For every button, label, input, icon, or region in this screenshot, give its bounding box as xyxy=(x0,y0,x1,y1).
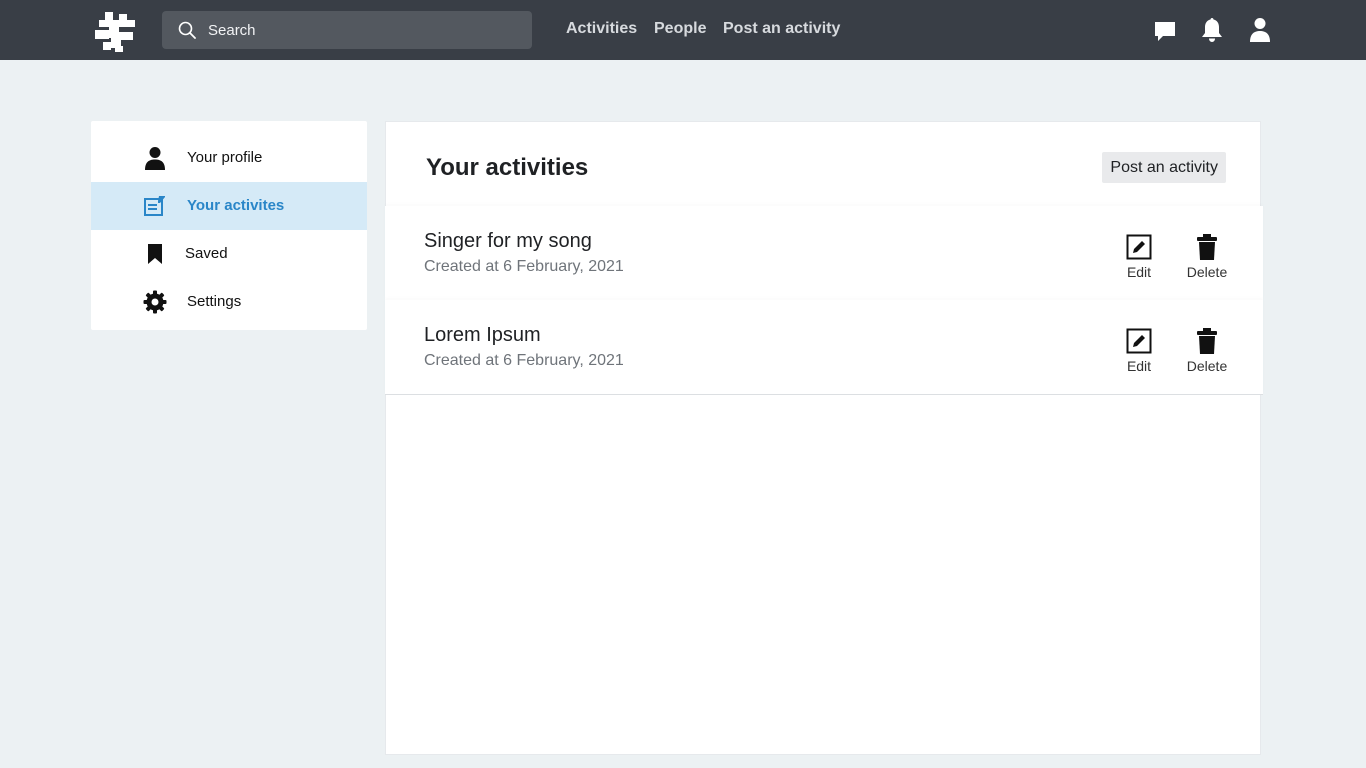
user-icon[interactable] xyxy=(1249,17,1271,43)
page-title: Your activities xyxy=(426,154,589,181)
edit-label: Edit xyxy=(1126,358,1152,374)
delete-button[interactable]: Delete xyxy=(1185,328,1229,374)
sidebar: Your profile Your activites Saved Settin… xyxy=(91,121,367,330)
sidebar-item-saved[interactable]: Saved xyxy=(91,230,367,278)
chat-icon[interactable] xyxy=(1154,20,1176,42)
nav-people[interactable]: People xyxy=(654,20,706,38)
gear-icon xyxy=(143,290,167,314)
delete-label: Delete xyxy=(1186,358,1228,374)
post-activity-button[interactable]: Post an activity xyxy=(1102,152,1226,183)
edit-button[interactable]: Edit xyxy=(1125,234,1153,280)
delete-button[interactable]: Delete xyxy=(1185,234,1229,280)
sidebar-item-label: Saved xyxy=(185,245,228,262)
sidebar-item-label: Your activites xyxy=(187,197,285,214)
edit-icon xyxy=(1126,234,1152,260)
activity-date: Created at 6 February, 2021 xyxy=(424,258,624,275)
nav-post-activity[interactable]: Post an activity xyxy=(723,20,840,38)
activities-panel: Your activities Post an activity Singer … xyxy=(385,121,1263,755)
search-bar[interactable] xyxy=(162,11,532,49)
sidebar-item-label: Settings xyxy=(187,293,242,310)
sidebar-item-your-profile[interactable]: Your profile xyxy=(91,134,367,182)
person-icon xyxy=(145,147,165,170)
edit-icon xyxy=(1126,328,1152,354)
delete-label: Delete xyxy=(1186,264,1228,280)
sidebar-item-settings[interactable]: Settings xyxy=(91,278,367,326)
trash-icon xyxy=(1197,328,1217,354)
search-input[interactable] xyxy=(208,11,508,49)
sidebar-item-your-activites[interactable]: Your activites xyxy=(91,182,367,230)
edit-label: Edit xyxy=(1126,264,1152,280)
activity-title[interactable]: Lorem Ipsum xyxy=(424,324,541,347)
activity-date: Created at 6 February, 2021 xyxy=(424,352,624,369)
search-icon xyxy=(178,21,196,39)
top-navbar: Activities People Post an activity xyxy=(0,0,1366,60)
edit-button[interactable]: Edit xyxy=(1125,328,1153,374)
sidebar-item-label: Your profile xyxy=(187,149,263,166)
logo-icon[interactable] xyxy=(95,10,137,52)
activity-card-icon xyxy=(144,196,165,216)
activity-title[interactable]: Singer for my song xyxy=(424,230,592,253)
nav-activities[interactable]: Activities xyxy=(566,20,637,38)
trash-icon xyxy=(1197,234,1217,260)
bell-icon[interactable] xyxy=(1201,17,1223,43)
activity-row[interactable]: Lorem Ipsum Created at 6 February, 2021 … xyxy=(385,300,1263,395)
bookmark-icon xyxy=(148,244,162,264)
activity-row[interactable]: Singer for my song Created at 6 February… xyxy=(385,206,1263,301)
